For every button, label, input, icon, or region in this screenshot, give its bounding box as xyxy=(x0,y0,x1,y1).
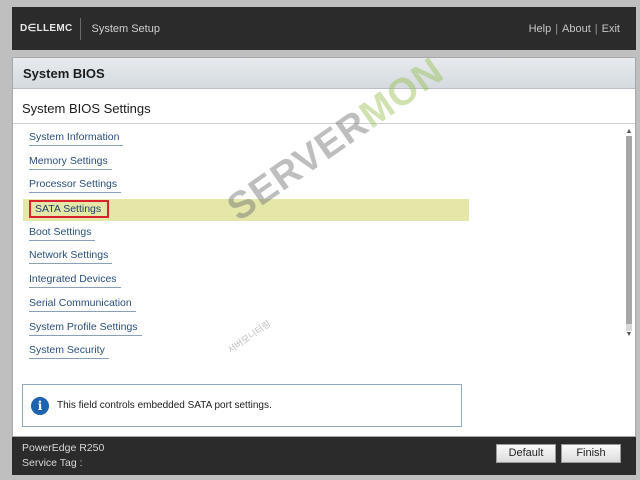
menu-item-network-settings[interactable]: Network Settings xyxy=(13,246,623,268)
about-link[interactable]: About xyxy=(562,23,591,35)
finish-button[interactable]: Finish xyxy=(561,444,621,463)
exit-link[interactable]: Exit xyxy=(602,23,620,35)
bios-panel: System BIOS System BIOS Settings System … xyxy=(12,57,636,437)
menu-item-label[interactable]: System Profile Settings xyxy=(29,321,142,336)
service-tag: Service Tag : xyxy=(22,457,83,469)
menu-item-system-profile-settings[interactable]: System Profile Settings xyxy=(13,318,623,340)
link-separator: | xyxy=(555,22,559,35)
page-title: System BIOS xyxy=(13,58,635,89)
menu-item-sata-settings[interactable]: SATA Settings xyxy=(23,199,469,222)
scroll-up-arrow-icon[interactable]: ▲ xyxy=(625,128,633,136)
scroll-down-arrow-icon[interactable]: ▼ xyxy=(625,331,633,339)
logo-divider xyxy=(80,17,82,40)
top-links: Help | About | Exit xyxy=(529,23,620,35)
help-info-box: i This field controls embedded SATA port… xyxy=(22,384,462,427)
menu-item-label[interactable]: Integrated Devices xyxy=(29,273,121,289)
menu-item-label[interactable]: SATA Settings xyxy=(29,200,110,219)
scroll-thumb[interactable] xyxy=(626,136,632,324)
scroll-track[interactable] xyxy=(626,136,632,331)
menu-item-label[interactable]: System Information xyxy=(29,131,124,146)
vertical-scrollbar[interactable]: ▲ ▼ xyxy=(625,128,633,373)
help-text: This field controls embedded SATA port s… xyxy=(57,400,272,411)
link-separator: | xyxy=(594,22,598,35)
menu-item-label[interactable]: Processor Settings xyxy=(29,178,122,194)
menu-item-label[interactable]: Memory Settings xyxy=(29,155,112,170)
menu-item-system-security[interactable]: System Security xyxy=(13,341,623,363)
menu-item-serial-communication[interactable]: Serial Communication xyxy=(13,294,623,316)
menu-item-integrated-devices[interactable]: Integrated Devices xyxy=(13,270,623,292)
menu-item-boot-settings[interactable]: Boot Settings xyxy=(13,223,623,245)
app-title: System Setup xyxy=(91,22,160,35)
footer-bar: PowerEdge R250 Service Tag : Default Fin… xyxy=(12,437,636,475)
menu-item-label[interactable]: System Security xyxy=(29,344,109,360)
menu-item-label[interactable]: Network Settings xyxy=(29,249,113,265)
menu-item-label[interactable]: Boot Settings xyxy=(29,226,96,241)
default-button[interactable]: Default xyxy=(496,444,556,463)
help-link[interactable]: Help xyxy=(529,23,552,35)
info-icon: i xyxy=(31,396,49,415)
top-bar: D∈LLEMC System Setup Help | About | Exit xyxy=(12,7,636,50)
menu-item-memory-settings[interactable]: Memory Settings xyxy=(13,152,623,174)
menu-item-label[interactable]: Serial Communication xyxy=(29,297,136,312)
system-model: PowerEdge R250 xyxy=(22,442,105,454)
dell-emc-logo: D∈LLEMC xyxy=(20,23,73,34)
menu-item-processor-settings[interactable]: Processor Settings xyxy=(13,175,623,197)
menu-item-system-information[interactable]: System Information xyxy=(13,128,623,150)
settings-menu: System Information Memory Settings Proce… xyxy=(13,128,623,365)
section-title: System BIOS Settings xyxy=(13,93,635,124)
